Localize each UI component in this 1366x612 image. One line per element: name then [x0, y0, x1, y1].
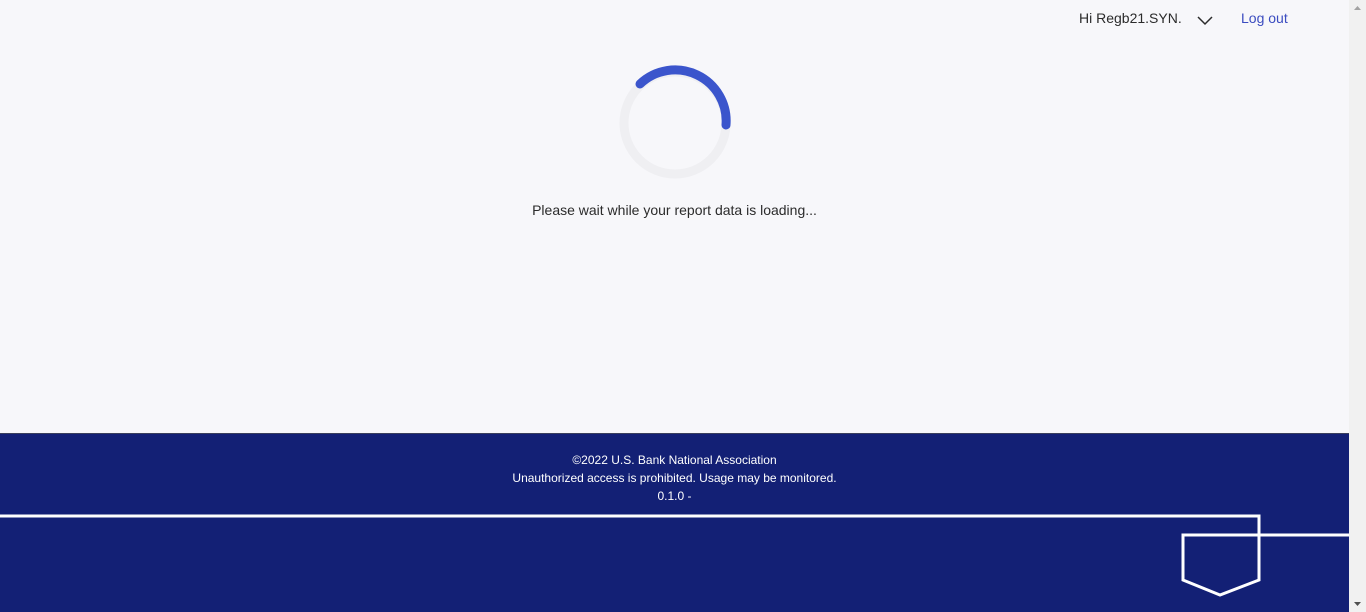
logout-link[interactable]: Log out	[1241, 10, 1288, 26]
scroll-down-arrow-icon[interactable]	[1349, 595, 1366, 612]
page: Hi Regb21.SYN. Log out Please wait while…	[0, 0, 1349, 612]
user-greeting: Hi Regb21.SYN.	[1079, 10, 1182, 26]
scrollbar-thumb[interactable]	[1351, 17, 1364, 595]
vertical-scrollbar[interactable]	[1349, 0, 1366, 612]
loading-message: Please wait while your report data is lo…	[532, 202, 817, 218]
footer: ©2022 U.S. Bank National Association Una…	[0, 433, 1349, 612]
header: Hi Regb21.SYN. Log out	[0, 0, 1349, 40]
chevron-down-icon[interactable]	[1196, 14, 1214, 26]
scroll-up-arrow-icon[interactable]	[1349, 0, 1366, 17]
spinner-icon	[619, 65, 731, 179]
footer-warning: Unauthorized access is prohibited. Usage…	[512, 471, 837, 485]
footer-version: 0.1.0 -	[657, 489, 692, 503]
footer-copyright: ©2022 U.S. Bank National Association	[572, 453, 777, 467]
